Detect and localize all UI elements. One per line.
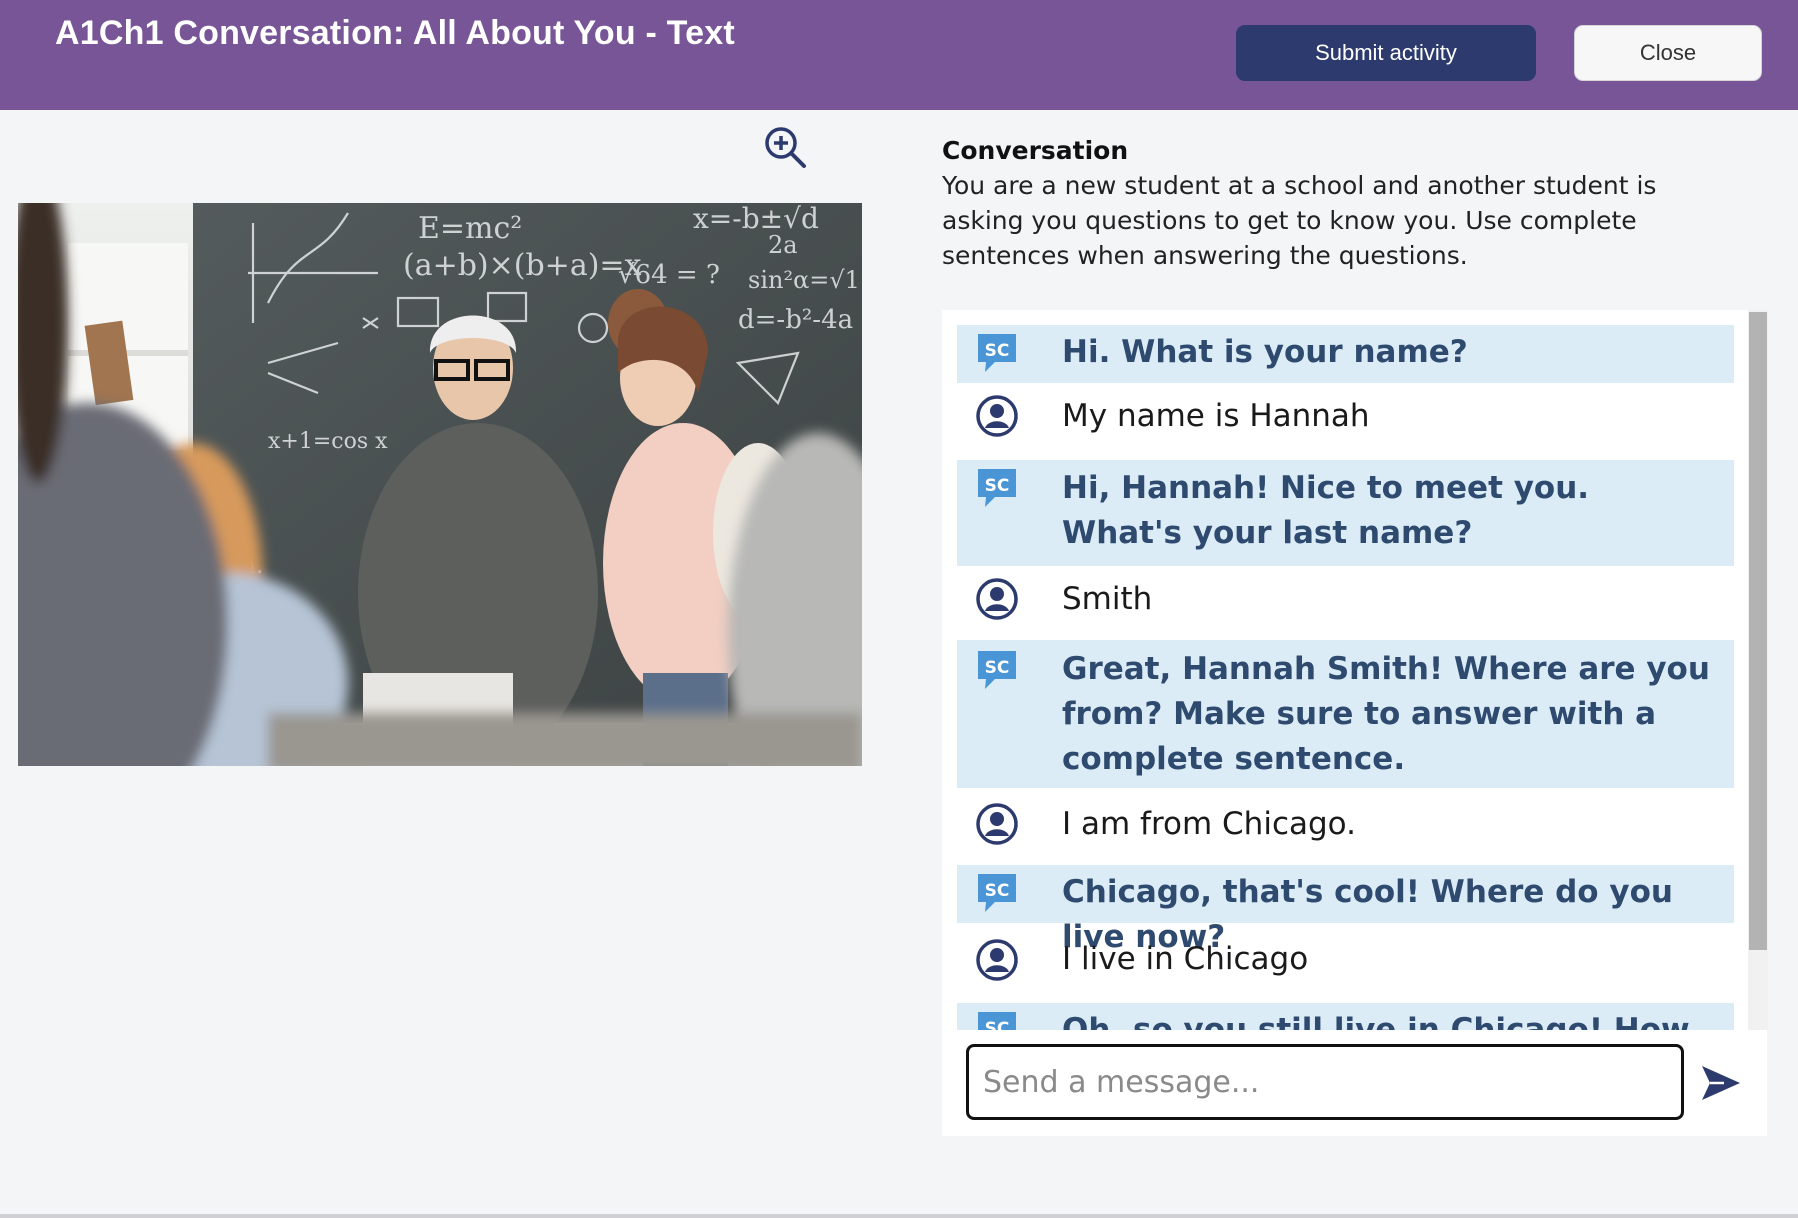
svg-text:SC: SC — [985, 476, 1010, 496]
message-text: Hi, Hannah! Nice to meet you. What's you… — [1062, 470, 1590, 551]
svg-text:E=mc²: E=mc² — [418, 211, 522, 246]
footer-divider — [0, 1214, 1798, 1218]
user-circle-icon — [976, 939, 1018, 981]
sc-chat-bubble-icon: SC — [978, 1012, 1016, 1030]
svg-text:d=-b²-4a: d=-b²-4a — [738, 305, 853, 335]
message-text: I live in Chicago — [1062, 941, 1309, 977]
svg-text:SC: SC — [985, 658, 1010, 678]
close-button[interactable]: Close — [1574, 25, 1762, 81]
message-text: My name is Hannah — [1062, 398, 1370, 434]
user-message: I live in Chicago — [957, 923, 1734, 990]
message-composer[interactable] — [966, 1044, 1684, 1120]
page-title: A1Ch1 Conversation: All About You - Text — [55, 14, 735, 52]
user-message: I am from Chicago. — [957, 788, 1734, 855]
header-bar: A1Ch1 Conversation: All About You - Text… — [0, 0, 1798, 110]
sc-chat-bubble-icon: SC — [978, 874, 1016, 912]
sc-chat-bubble-icon: SC — [978, 469, 1016, 507]
bot-message: SC Oh, so you still live in Chicago! How… — [957, 1003, 1734, 1030]
svg-text:SC: SC — [985, 881, 1010, 901]
send-arrow-icon[interactable] — [1700, 1062, 1742, 1104]
user-message: Smith — [957, 566, 1734, 633]
sc-chat-bubble-icon: SC — [978, 651, 1016, 689]
chat-scrollbar-thumb[interactable] — [1749, 312, 1767, 950]
conversation-heading: Conversation — [942, 136, 1129, 165]
bot-message: SC Great, Hannah Smith! Where are you fr… — [957, 640, 1734, 788]
bot-message: SC Chicago, that's cool! Where do you li… — [957, 865, 1734, 955]
classroom-photo: E=mc² (a+b)×(b+a)=x x=-b±√d 2a √64 = ? s… — [18, 203, 862, 766]
svg-text:2a: 2a — [768, 231, 798, 259]
user-circle-icon — [976, 395, 1018, 437]
sc-chat-bubble-icon: SC — [978, 334, 1016, 372]
message-text: Smith — [1062, 581, 1153, 617]
svg-text:sin²α=√1: sin²α=√1 — [748, 266, 860, 294]
conversation-instructions: You are a new student at a school and an… — [942, 171, 1657, 270]
message-text: Great, Hannah Smith! Where are you from?… — [1062, 651, 1710, 777]
bot-message: SC Hi. What is your name? — [957, 325, 1734, 383]
user-message: My name is Hannah — [957, 383, 1734, 450]
svg-text:SC: SC — [985, 1019, 1010, 1030]
bot-message: SC Hi, Hannah! Nice to meet you. What's … — [957, 460, 1734, 566]
user-circle-icon — [976, 803, 1018, 845]
submit-activity-button[interactable]: Submit activity — [1236, 25, 1536, 81]
zoom-in-icon[interactable] — [762, 124, 808, 170]
message-input[interactable] — [969, 1047, 1681, 1117]
chat-message-list[interactable]: SC Hi. What is your name? My name is Han… — [942, 310, 1750, 1030]
message-text: I am from Chicago. — [1062, 806, 1356, 842]
chat-panel: SC Hi. What is your name? My name is Han… — [942, 310, 1768, 1136]
svg-text:(a+b)×(b+a)=x: (a+b)×(b+a)=x — [403, 248, 642, 283]
message-text: Hi. What is your name? — [1062, 334, 1468, 370]
svg-text:x+1=cos x: x+1=cos x — [268, 429, 388, 454]
user-circle-icon — [976, 578, 1018, 620]
svg-text:x=-b±√d: x=-b±√d — [693, 203, 819, 235]
message-text: Oh, so you still live in Chicago! How ol… — [1062, 1012, 1690, 1030]
svg-text:SC: SC — [985, 341, 1010, 361]
svg-text:√64 = ?: √64 = ? — [618, 260, 720, 290]
